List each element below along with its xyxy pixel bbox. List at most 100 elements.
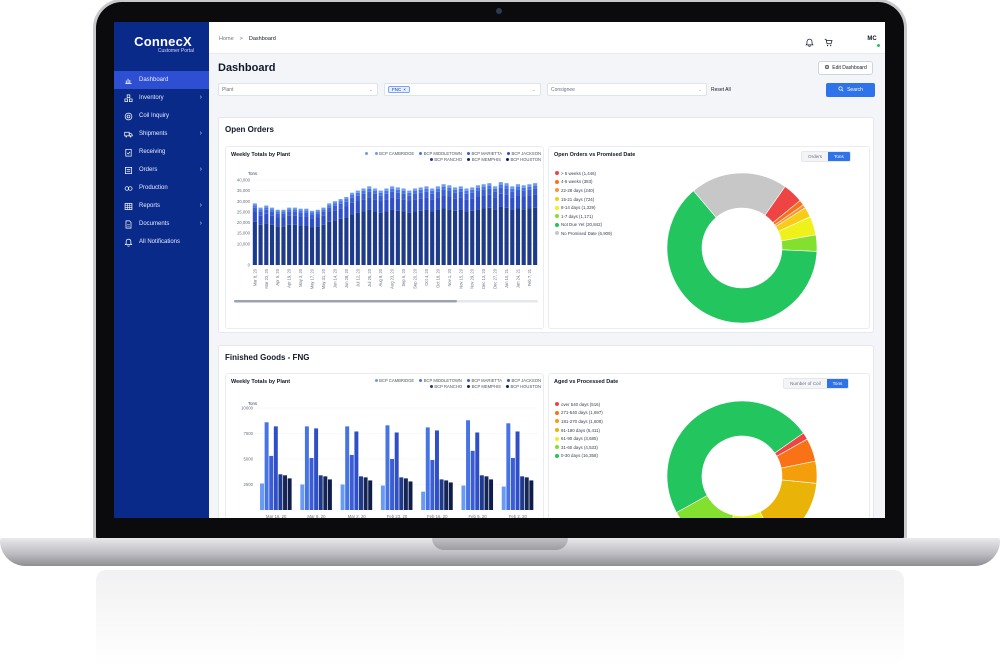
bar-segment[interactable] [327, 207, 332, 213]
bar-segment[interactable] [407, 195, 412, 202]
bar-segment[interactable] [338, 199, 343, 202]
bar[interactable] [394, 432, 399, 510]
bar-segment[interactable] [487, 183, 492, 186]
bar-segment[interactable] [372, 211, 378, 265]
bar-segment[interactable] [355, 195, 360, 202]
bar-segment[interactable] [521, 187, 526, 191]
bar-segment[interactable] [515, 189, 521, 196]
search-button[interactable]: Search [826, 83, 875, 97]
bar[interactable] [368, 480, 373, 510]
bar-segment[interactable] [372, 199, 378, 212]
bar[interactable] [510, 457, 515, 510]
bar-segment[interactable] [458, 197, 463, 210]
bar-segment[interactable] [424, 191, 429, 198]
bar-segment[interactable] [453, 192, 458, 199]
bar-segment[interactable] [435, 209, 440, 265]
bar-segment[interactable] [304, 210, 309, 213]
bar[interactable] [287, 478, 292, 510]
bar-segment[interactable] [338, 208, 343, 219]
bar-segment[interactable] [350, 197, 355, 203]
bar-segment[interactable] [470, 192, 475, 199]
bar[interactable] [314, 428, 319, 510]
bar-segment[interactable] [292, 209, 297, 212]
bar[interactable] [304, 426, 309, 510]
bar-segment[interactable] [327, 221, 332, 265]
bar-segment[interactable] [493, 188, 498, 192]
bar-segment[interactable] [372, 190, 378, 194]
bar-segment[interactable] [430, 211, 435, 265]
bar-segment[interactable] [470, 189, 475, 193]
bar-segment[interactable] [378, 212, 383, 265]
bar-segment[interactable] [510, 186, 515, 189]
bar-segment[interactable] [435, 188, 440, 192]
bar-segment[interactable] [367, 188, 372, 192]
bar-segment[interactable] [338, 218, 343, 265]
bar-segment[interactable] [390, 186, 395, 189]
bar-segment[interactable] [298, 216, 303, 226]
bar-segment[interactable] [464, 211, 469, 265]
bar-segment[interactable] [298, 210, 303, 213]
bar-segment[interactable] [493, 197, 498, 210]
bar-segment[interactable] [475, 209, 480, 265]
bar-segment[interactable] [315, 209, 320, 212]
bar-segment[interactable] [458, 188, 463, 192]
bar-segment[interactable] [487, 188, 492, 195]
bar[interactable] [448, 482, 453, 510]
bar-segment[interactable] [327, 203, 332, 206]
bar-segment[interactable] [304, 216, 309, 226]
bar-segment[interactable] [412, 193, 418, 200]
bell-icon[interactable] [805, 34, 814, 47]
bar-segment[interactable] [298, 212, 303, 217]
bar-segment[interactable] [441, 208, 446, 265]
bar-segment[interactable] [533, 194, 538, 208]
bar-segment[interactable] [378, 201, 383, 213]
bar-segment[interactable] [475, 196, 480, 210]
bar-segment[interactable] [264, 207, 269, 210]
bar-segment[interactable] [401, 199, 406, 212]
bar-segment[interactable] [401, 190, 406, 194]
bar-segment[interactable] [384, 211, 389, 265]
bar-segment[interactable] [304, 208, 309, 211]
toggle-number-of-coil[interactable]: Number of Coil [784, 379, 827, 388]
bar-segment[interactable] [321, 215, 326, 225]
legend-item[interactable]: BCP MIDDLETOWN [419, 151, 462, 156]
bar-segment[interactable] [521, 196, 526, 210]
bar-segment[interactable] [407, 212, 412, 265]
bar-segment[interactable] [424, 209, 429, 265]
bar-segment[interactable] [310, 218, 315, 228]
bar-segment[interactable] [350, 194, 355, 198]
bar-segment[interactable] [510, 188, 515, 192]
pie-legend-item[interactable]: 0-30 days (16,358) [555, 452, 603, 461]
bar[interactable] [318, 475, 323, 510]
bar-segment[interactable] [475, 187, 480, 191]
pie-legend-item[interactable]: 181-270 days (1,609) [555, 417, 603, 426]
bar-segment[interactable] [361, 193, 366, 200]
bar-segment[interactable] [515, 195, 521, 209]
bar-segment[interactable] [281, 217, 286, 227]
bar-segment[interactable] [424, 186, 429, 189]
bar-segment[interactable] [418, 210, 423, 265]
legend-item[interactable]: BCP JACKSON [507, 378, 541, 383]
bar-segment[interactable] [470, 198, 475, 211]
bar-segment[interactable] [418, 187, 423, 190]
bar-segment[interactable] [378, 192, 383, 196]
bar-segment[interactable] [310, 214, 315, 219]
bar-segment[interactable] [493, 186, 498, 189]
bar-segment[interactable] [384, 193, 389, 200]
bar[interactable] [434, 430, 439, 510]
bar[interactable] [323, 476, 328, 510]
bar-segment[interactable] [258, 224, 263, 265]
bar-segment[interactable] [344, 201, 349, 207]
bar-segment[interactable] [292, 224, 297, 265]
bar-segment[interactable] [521, 185, 526, 188]
bar-segment[interactable] [390, 197, 395, 210]
pie-legend-item[interactable]: over 540 days (516) [555, 400, 603, 409]
bar-segment[interactable] [464, 190, 469, 194]
bar[interactable] [501, 486, 506, 510]
bar-segment[interactable] [367, 191, 372, 198]
toggle-tons[interactable]: Tons [826, 379, 849, 388]
bar-segment[interactable] [395, 187, 400, 190]
bar-segment[interactable] [504, 185, 509, 189]
sidebar-item-receiving[interactable]: Receiving [114, 143, 209, 161]
pie-legend-item[interactable]: 31-60 days (4,533) [555, 443, 603, 452]
